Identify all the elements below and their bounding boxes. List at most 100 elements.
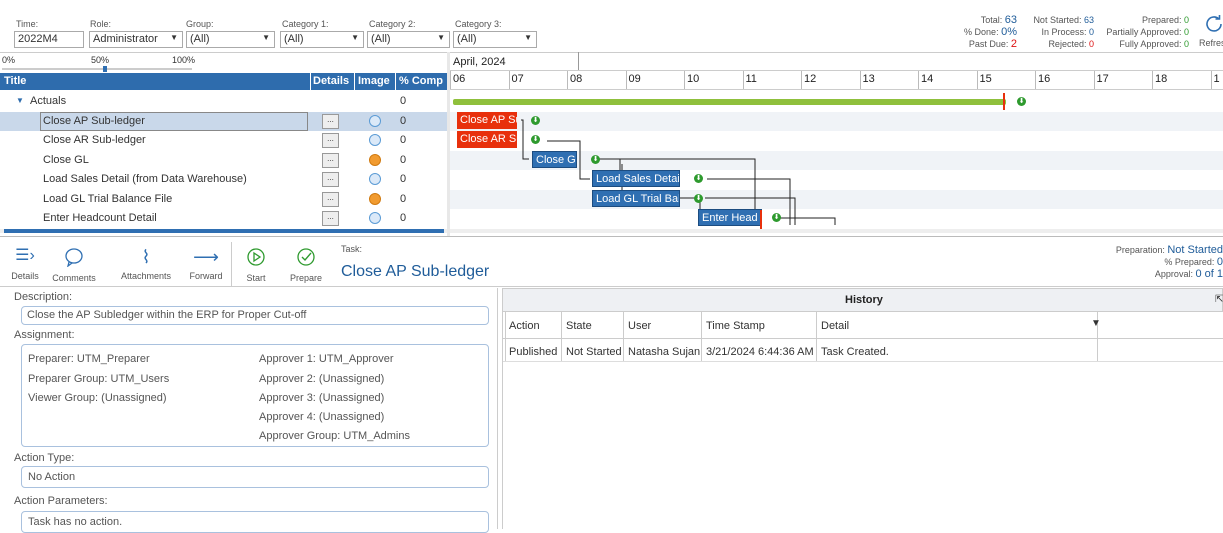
task-row[interactable]: Load Sales Detail (from Data Warehouse) …	[0, 170, 447, 190]
task-row[interactable]: Close GL ... 0	[0, 151, 447, 171]
details-label: Details	[11, 271, 39, 281]
task-row[interactable]: Load GL Trial Balance File ... 0	[0, 190, 447, 210]
gantt-task-bar[interactable]: Load Sales Detail	[592, 170, 680, 187]
chevron-down-icon: ▼	[170, 33, 178, 42]
attachments-label: Attachments	[120, 271, 172, 281]
group-row-actuals[interactable]: ▼ Actuals 0	[0, 92, 447, 112]
zoom-mid-label: 50%	[91, 55, 110, 65]
total-value: 63	[1004, 14, 1017, 26]
role-value: Administrator	[93, 33, 158, 45]
gantt-day-label: 08	[570, 73, 583, 85]
role-select[interactable]: Administrator ▼	[89, 31, 183, 48]
status-circle-icon	[369, 192, 381, 205]
inprocess-value: 0	[1088, 27, 1094, 37]
arrow-right-icon: ⟶	[193, 247, 219, 267]
action-params-field[interactable]: Task has no action.	[21, 511, 489, 533]
full-value: 0	[1183, 39, 1189, 49]
category1-select[interactable]: (All) ▼	[280, 31, 364, 48]
zoom-max-label: 100%	[172, 55, 196, 65]
comments-button[interactable]: Comments	[45, 247, 103, 283]
gantt-task-bar[interactable]: Close AR Sub-ledger	[457, 131, 517, 148]
popout-icon[interactable]: ⇱	[1215, 294, 1223, 305]
gantt-task-bar[interactable]: Close AP Sub-ledger	[457, 111, 517, 129]
approver3-text: Approver 3: (Unassigned)	[259, 392, 385, 404]
zoom-slider[interactable]	[2, 68, 192, 70]
task-title: Load GL Trial Balance File	[43, 192, 173, 205]
gantt-task-bar[interactable]: Load GL Trial Bala	[592, 189, 680, 207]
gantt-scrollbar[interactable]	[450, 229, 1223, 233]
gantt-task-bar[interactable]: Close G	[532, 150, 577, 168]
gantt-day-label: 14	[921, 73, 934, 85]
history-cell-timestamp: 3/21/2024 6:44:36 AM	[706, 346, 814, 358]
col-title-header[interactable]: Title	[4, 75, 26, 87]
details-ellipsis-button[interactable]: ...	[322, 152, 339, 168]
col-image-header[interactable]: Image	[358, 75, 390, 87]
grid-scroll-thumb[interactable]	[4, 229, 444, 233]
chevron-down-icon: ▼	[524, 33, 532, 42]
action-params-label: Action Parameters:	[14, 495, 108, 507]
approver-group-text: Approver Group: UTM_Admins	[259, 430, 410, 442]
forward-button[interactable]: ⟶ Forward	[185, 247, 227, 281]
approver4-text: Approver 4: (Unassigned)	[259, 411, 385, 423]
expand-arrow-icon[interactable]: ▼	[16, 96, 24, 105]
history-cell-state: Not Started	[566, 346, 622, 358]
gantt-day-label: 15	[979, 73, 992, 85]
details-ellipsis-button[interactable]: ...	[322, 133, 339, 148]
history-col-header[interactable]: Time Stamp	[706, 320, 765, 332]
details-ellipsis-button[interactable]: ...	[322, 211, 339, 226]
task-row[interactable]: Enter Headcount Detail ... 0	[0, 209, 447, 229]
group-label: Group:	[186, 19, 214, 29]
paperclip-icon: ⌇	[141, 247, 151, 267]
details-button[interactable]: ☰› Details	[6, 247, 44, 281]
attachments-button[interactable]: ⌇ Attachments	[112, 247, 180, 281]
details-ellipsis-button[interactable]: ...	[322, 172, 339, 187]
action-type-field[interactable]: No Action	[21, 466, 489, 488]
approval-value: 0 of 1	[1195, 268, 1223, 280]
history-col-header[interactable]: Detail	[821, 320, 849, 332]
preparer-group-text: Preparer Group: UTM_Users	[28, 373, 170, 385]
group-pct: 0	[400, 95, 407, 107]
col-pct-header[interactable]: % Comp	[399, 75, 447, 87]
task-row[interactable]: Close AP Sub-ledger ... 0	[0, 111, 447, 131]
category3-select[interactable]: (All) ▼	[453, 31, 537, 48]
start-button[interactable]: Start	[238, 247, 274, 283]
details-ellipsis-button[interactable]: ...	[322, 191, 339, 207]
history-col-header[interactable]: State	[566, 320, 592, 332]
prep-value: Not Started	[1167, 244, 1223, 256]
comments-label: Comments	[52, 273, 96, 283]
time-select[interactable]: 2022M4	[14, 31, 84, 48]
zoom-thumb[interactable]	[102, 66, 107, 72]
done-value: 0%	[1001, 26, 1017, 38]
gantt-task-bar[interactable]: Enter Head	[698, 209, 762, 226]
task-pct: 0	[400, 192, 407, 205]
task-row[interactable]: Close AR Sub-ledger ... 0	[0, 131, 447, 151]
history-cell-action: Published	[509, 346, 558, 358]
forward-label: Forward	[189, 271, 223, 281]
details-ellipsis-button[interactable]: ...	[322, 113, 339, 129]
category2-select[interactable]: (All) ▼	[367, 31, 450, 48]
gantt-month: April, 2024	[453, 56, 506, 68]
category1-value: (All)	[284, 33, 304, 45]
approver2-text: Approver 2: (Unassigned)	[259, 373, 385, 385]
history-col-header[interactable]: User	[628, 320, 651, 332]
history-col-header[interactable]: Action	[509, 320, 540, 332]
refresh-icon	[1206, 15, 1222, 32]
filter-icon[interactable]: ▼	[1091, 318, 1101, 329]
task-pct: 0	[400, 153, 407, 166]
category2-value: (All)	[371, 33, 391, 45]
milestone-icon: ⬇	[694, 193, 703, 203]
group-select[interactable]: (All) ▼	[186, 31, 275, 48]
comments-icon	[65, 248, 83, 268]
status-circle-icon	[369, 134, 381, 146]
rejected-value: 0	[1088, 39, 1094, 49]
category2-label: Category 2:	[369, 19, 416, 29]
status-circle-icon	[369, 173, 381, 185]
group-title: Actuals	[30, 95, 67, 107]
refresh-button[interactable]: Refresh	[1196, 12, 1223, 50]
description-field[interactable]: Close the AP Subledger within the ERP fo…	[21, 306, 489, 325]
prepare-button[interactable]: Prepare	[284, 247, 328, 283]
col-details-header[interactable]: Details	[313, 75, 349, 87]
history-cell-user: Natasha Sujan	[628, 346, 701, 358]
preparer-text: Preparer: UTM_Preparer	[28, 353, 150, 365]
action-params-value: Task has no action.	[28, 516, 123, 528]
